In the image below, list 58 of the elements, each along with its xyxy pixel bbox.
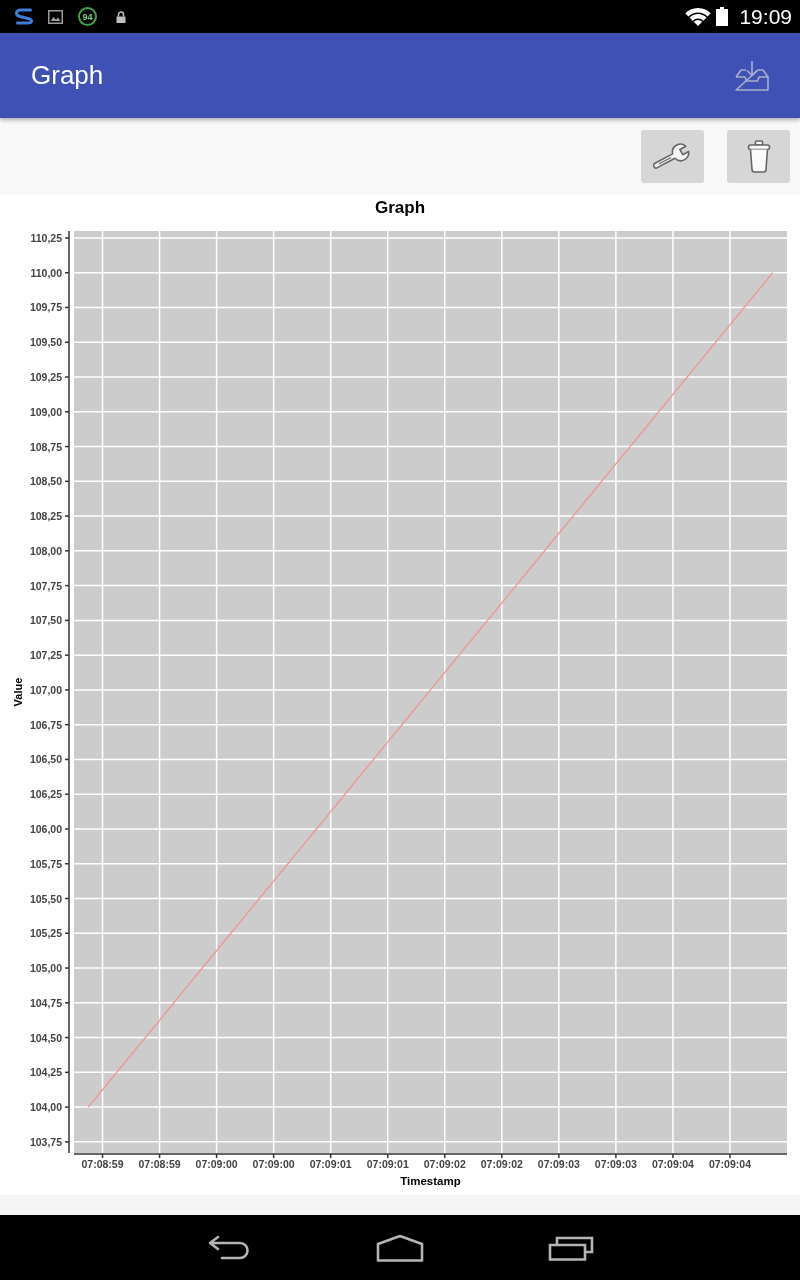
lock-icon <box>116 10 126 23</box>
y-tick-label: 107,50 <box>29 614 62 627</box>
y-tick-label: 109,50 <box>29 336 62 349</box>
y-tick-label: 104,75 <box>29 996 62 1009</box>
x-tick-label: 07:09:03 <box>537 1158 580 1170</box>
x-tick-label: 07:09:02 <box>480 1158 523 1170</box>
home-icon[interactable] <box>376 1233 424 1262</box>
y-tick-label: 106,00 <box>29 823 62 835</box>
back-icon[interactable] <box>207 1234 251 1261</box>
y-tick-label: 106,25 <box>29 788 62 801</box>
count-badge: 94 <box>78 7 97 26</box>
image-icon <box>48 9 63 24</box>
trash-button[interactable] <box>727 130 790 183</box>
x-tick-label: 07:09:04 <box>651 1158 694 1170</box>
y-tick-label: 106,50 <box>29 753 62 766</box>
x-tick-label: 07:09:03 <box>594 1158 637 1170</box>
chart-title: Graph <box>374 197 426 217</box>
x-tick-label: 07:08:59 <box>81 1158 124 1170</box>
y-tick-label: 108,50 <box>29 475 62 488</box>
trash-icon <box>746 140 771 173</box>
y-tick-label: 109,25 <box>29 371 62 383</box>
status-time: 19:09 <box>739 4 792 29</box>
x-axis-label: Timestamp <box>400 1175 461 1187</box>
y-tick-label: 107,00 <box>29 683 62 696</box>
wifi-icon <box>685 7 712 26</box>
y-tick-label: 109,00 <box>29 405 62 418</box>
y-tick-label: 108,00 <box>29 544 62 557</box>
x-tick-label: 07:09:00 <box>195 1158 238 1170</box>
y-tick-label: 105,75 <box>29 857 62 870</box>
y-tick-label: 104,00 <box>29 1101 62 1114</box>
y-tick-label: 104,25 <box>29 1066 62 1079</box>
tray-download-icon <box>734 59 770 92</box>
download-button[interactable] <box>733 58 771 93</box>
y-tick-label: 108,25 <box>29 510 62 523</box>
x-tick-label: 07:08:59 <box>138 1158 181 1170</box>
x-tick-label: 07:09:00 <box>252 1158 295 1170</box>
y-tick-label: 107,25 <box>29 649 62 662</box>
battery-icon <box>716 7 729 26</box>
x-tick-label: 07:09:01 <box>309 1158 352 1170</box>
y-tick-label: 107,75 <box>29 579 62 592</box>
wrench-button[interactable] <box>641 130 704 183</box>
y-tick-label: 109,75 <box>29 301 62 314</box>
x-tick-label: 07:09:01 <box>366 1158 409 1170</box>
x-tick-label: 07:09:02 <box>423 1158 466 1170</box>
y-tick-label: 110,25 <box>30 231 62 244</box>
app-logo-icon <box>14 7 34 26</box>
x-tick-label: 07:09:04 <box>708 1158 751 1170</box>
y-tick-label: 105,00 <box>29 962 62 975</box>
recents-icon[interactable] <box>548 1234 594 1261</box>
y-tick-label: 106,75 <box>29 718 62 731</box>
y-tick-label: 105,25 <box>29 927 62 940</box>
y-tick-label: 110,00 <box>30 266 62 279</box>
y-tick-label: 105,50 <box>29 892 62 905</box>
y-tick-label: 104,50 <box>29 1031 62 1044</box>
y-tick-label: 103,75 <box>29 1135 62 1148</box>
y-axis-label: Value <box>12 677 24 707</box>
app-title: Graph <box>31 60 104 91</box>
y-tick-label: 108,75 <box>29 440 62 453</box>
